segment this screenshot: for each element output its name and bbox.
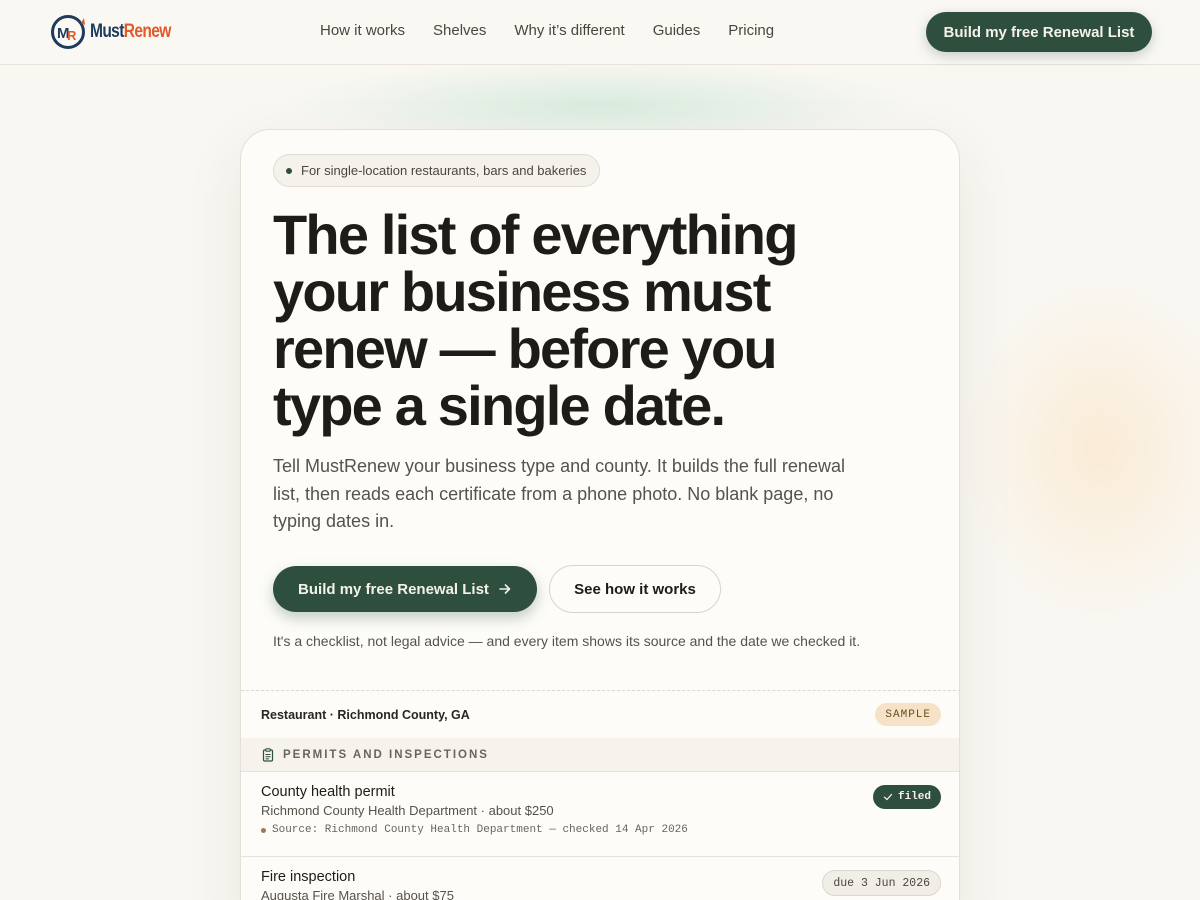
hero-description: Tell MustRenew your business type and co…	[273, 456, 845, 531]
list-item[interactable]: Fire inspection Augusta Fire Marshal · a…	[241, 857, 959, 900]
audience-badge-text: For single-location restaurants, bars an…	[301, 163, 587, 178]
nav-item-pricing[interactable]: Pricing	[728, 22, 774, 39]
brand-name-part: Renew	[123, 21, 172, 42]
top-navigation-bar: M R MustRenew How it works Shelves Why i…	[0, 0, 1200, 65]
build-renewal-list-label: Build my free Renewal List	[298, 580, 489, 598]
status-badge-text: filed	[897, 791, 931, 803]
status-badge: filed	[872, 785, 941, 809]
nav-item-guides[interactable]: Guides	[653, 22, 701, 39]
brand-name: MustRenew	[90, 21, 171, 43]
sample-badge: SAMPLE	[875, 703, 941, 726]
legal-disclaimer: It's a checklist, not legal advice — and…	[273, 633, 861, 649]
item-source: Source: Richmond County Health Departmen…	[261, 824, 941, 836]
logo[interactable]: M R MustRenew	[50, 14, 188, 50]
mr-monogram-icon: M R	[51, 15, 85, 49]
svg-text:R: R	[67, 28, 77, 43]
brand-name-part: Must	[90, 21, 124, 42]
see-how-it-works-button[interactable]: See how it works	[549, 565, 721, 613]
hero-card: For single-location restaurants, bars an…	[240, 129, 960, 900]
bullet-dot-icon	[286, 168, 292, 174]
check-icon	[883, 793, 893, 801]
source-dot-icon	[261, 827, 266, 833]
nav-item-shelves[interactable]: Shelves	[433, 22, 486, 39]
list-item[interactable]: County health permit Richmond County Hea…	[241, 772, 959, 857]
item-subtitle: Richmond County Health Department · abou…	[261, 803, 554, 818]
item-source-text: Source: Richmond County Health Departmen…	[272, 824, 688, 836]
arrow-right-icon	[499, 584, 511, 594]
audience-badge: For single-location restaurants, bars an…	[273, 154, 601, 187]
due-date-badge: due 3 Jun 2026	[822, 870, 941, 896]
build-renewal-list-button[interactable]: Build my free Renewal List	[273, 566, 537, 612]
header-cta-button[interactable]: Build my free Renewal List	[926, 12, 1152, 52]
business-context: Restaurant · Richmond County, GA	[261, 707, 470, 722]
section-title: PERMITS AND INSPECTIONS	[283, 748, 489, 761]
main-nav: How it works Shelves Why it’s different …	[320, 22, 774, 39]
sample-list-header: Restaurant · Richmond County, GA SAMPLE	[241, 691, 959, 738]
nav-item-how-it-works[interactable]: How it works	[320, 22, 405, 39]
clipboard-icon	[262, 747, 274, 762]
nav-item-why-different[interactable]: Why it’s different	[514, 22, 624, 39]
section-header-permits: PERMITS AND INSPECTIONS	[241, 738, 959, 772]
hero-headline: The list of everything your business mus…	[273, 203, 798, 437]
item-title: County health permit	[261, 784, 395, 800]
background-glow	[960, 280, 1200, 620]
sample-renewal-list: Restaurant · Richmond County, GA SAMPLE …	[241, 690, 959, 900]
